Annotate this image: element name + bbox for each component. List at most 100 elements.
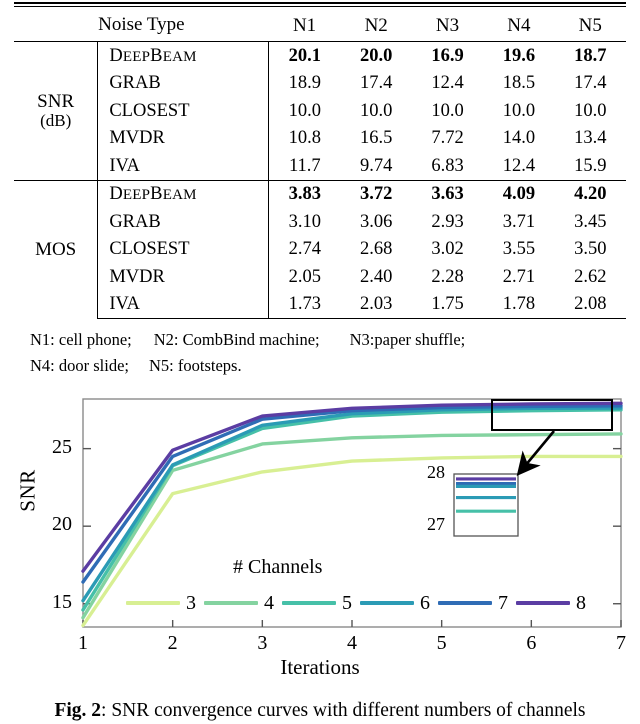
metric-value: 12.4	[502, 155, 536, 176]
metric-value: 13.4	[574, 128, 607, 148]
legend-label-8: 8	[576, 592, 586, 614]
metric-value: 16.9	[431, 45, 464, 66]
legend-label-5: 5	[342, 592, 352, 614]
table-row: CLOSEST 2.74 2.68 3.02 3.55 3.50	[14, 235, 626, 263]
metric-value: 10.0	[574, 100, 607, 121]
metric-value: 6.83	[431, 155, 464, 176]
figure-caption: Fig. 2: SNR convergence curves with diff…	[0, 700, 640, 722]
table-row: CLOSEST 10.0 10.0 10.0 10.0 10.0	[14, 97, 626, 125]
metric-value: 2.74	[288, 239, 321, 259]
table-row: IVA 1.73 2.03 1.75 1.78 2.08	[14, 290, 626, 319]
table-row: MVDR 2.05 2.40 2.28 2.71 2.62	[14, 263, 626, 291]
table-row: MOS DEEPBEAM 3.83 3.72 3.63 4.09 4.20	[14, 179, 626, 319]
metric-value: 2.93	[431, 211, 464, 232]
legend-label-3: 3	[186, 592, 196, 614]
metric-value: 3.55	[502, 239, 536, 259]
header-col-n3: N3	[411, 9, 484, 42]
metric-value: 4.20	[554, 179, 626, 208]
table-header-row: Noise Type N1 N2 N3 N4 N5	[14, 9, 626, 42]
legend-label-7: 7	[498, 592, 508, 614]
metric-value: 1.73	[268, 290, 341, 319]
y-tick-label: 25	[52, 435, 72, 458]
metric-value: 3.02	[431, 239, 464, 259]
metric-value: 2.03	[340, 290, 412, 319]
table-top-rule-outer	[14, 2, 626, 4]
footnote-n5: N5: footsteps.	[149, 355, 242, 375]
table-row: GRAB 18.9 17.4 12.4 18.5 17.4	[14, 69, 626, 97]
method-name: MVDR	[97, 263, 270, 291]
legend-swatch-3	[126, 601, 180, 605]
metric-value: 2.62	[574, 266, 607, 287]
metric-value: 3.63	[411, 179, 484, 208]
table-row: IVA 11.7 9.74 6.83 12.4 15.9	[14, 152, 626, 180]
figure-caption-label: Fig. 2	[54, 700, 102, 721]
legend-swatch-5	[282, 601, 336, 605]
y-tick-label: 20	[52, 513, 72, 536]
metric-value: 2.40	[359, 266, 393, 287]
metric-value: 1.78	[483, 290, 555, 319]
metric-value: 3.72	[340, 179, 412, 208]
metric-value: 3.71	[502, 211, 536, 232]
inset-tick-label-upper: 28	[427, 462, 445, 482]
metric-value: 18.9	[288, 73, 321, 93]
legend-swatch-4	[204, 601, 258, 605]
table-row: MVDR 10.8 16.5 7.72 14.0 13.4	[14, 124, 626, 152]
x-tick-label: 3	[257, 632, 268, 654]
metric-value: 3.50	[574, 239, 607, 259]
metric-value: 18.5	[502, 73, 536, 93]
metric-value: 16.5	[359, 128, 393, 148]
metric-value: 12.4	[431, 73, 464, 93]
metric-value: 2.05	[288, 266, 321, 287]
header-col-n1: N1	[268, 9, 341, 42]
metric-value: 3.45	[574, 211, 607, 232]
metric-value: 10.0	[288, 100, 321, 121]
noise-type-footnote: N1: cell phone; N2: CombBind machine; N3:p…	[30, 327, 465, 378]
metric-value: 17.4	[574, 73, 607, 93]
header-col-n5: N5	[554, 9, 626, 42]
x-tick-label: 7	[616, 632, 626, 654]
metric-value: 4.09	[483, 179, 555, 208]
metric-value: 3.10	[288, 211, 321, 232]
method-name: GRAB	[97, 208, 270, 236]
method-name: IVA	[97, 290, 270, 319]
method-name: IVA	[97, 152, 270, 180]
metric-value: 15.9	[574, 155, 607, 176]
metric-value: 3.06	[359, 211, 393, 232]
series-line	[81, 408, 623, 612]
header-noise-type: Noise Type	[14, 9, 269, 42]
figure-caption-text: : SNR convergence curves with different …	[101, 700, 586, 721]
series-line	[81, 404, 623, 584]
metric-value: 11.7	[288, 155, 321, 176]
footnote-n1: N1: cell phone;	[30, 330, 132, 349]
x-tick-label: 5	[436, 632, 447, 654]
x-tick-label: 4	[347, 632, 357, 654]
legend-label-6: 6	[420, 592, 430, 614]
y-tick-label: 15	[52, 590, 72, 613]
metric-value: 20.0	[359, 45, 393, 66]
metric-value: 20.1	[288, 45, 321, 66]
x-axis-label: Iterations	[280, 655, 360, 679]
x-tick-label: 2	[167, 632, 178, 654]
table-row: SNR (dB) DEEPBEAM 20.1 20.0 16.9 19.6 18.7	[14, 41, 626, 180]
group-label-mos: MOS	[14, 179, 99, 319]
footnote-n3: N3:paper shuffle;	[349, 330, 466, 349]
metric-value: 19.6	[502, 45, 536, 66]
table-top-rule-inner	[14, 6, 626, 7]
metric-value: 10.8	[288, 128, 321, 148]
metric-value: 18.7	[574, 45, 607, 66]
metric-value: 17.4	[359, 73, 393, 93]
method-name: GRAB	[97, 69, 270, 97]
footnote-n4: N4: door slide;	[30, 355, 129, 375]
legend-swatch-7	[438, 601, 492, 605]
table-row: GRAB 3.10 3.06 2.93 3.71 3.45	[14, 208, 626, 236]
metric-value: 14.0	[502, 128, 536, 148]
results-table: Noise Type N1 N2 N3 N4 N5 SNR (dB) DEEPBEAM 20.1 2…	[14, 9, 626, 319]
metric-value: 1.75	[411, 290, 484, 319]
method-name: MVDR	[97, 124, 270, 152]
legend-label-4: 4	[264, 592, 274, 614]
metric-value: 2.71	[502, 266, 536, 287]
legend-title: # Channels	[233, 556, 323, 578]
metric-value: 10.0	[431, 100, 464, 121]
metric-value: 10.0	[359, 100, 393, 121]
header-col-n4: N4	[483, 9, 555, 42]
